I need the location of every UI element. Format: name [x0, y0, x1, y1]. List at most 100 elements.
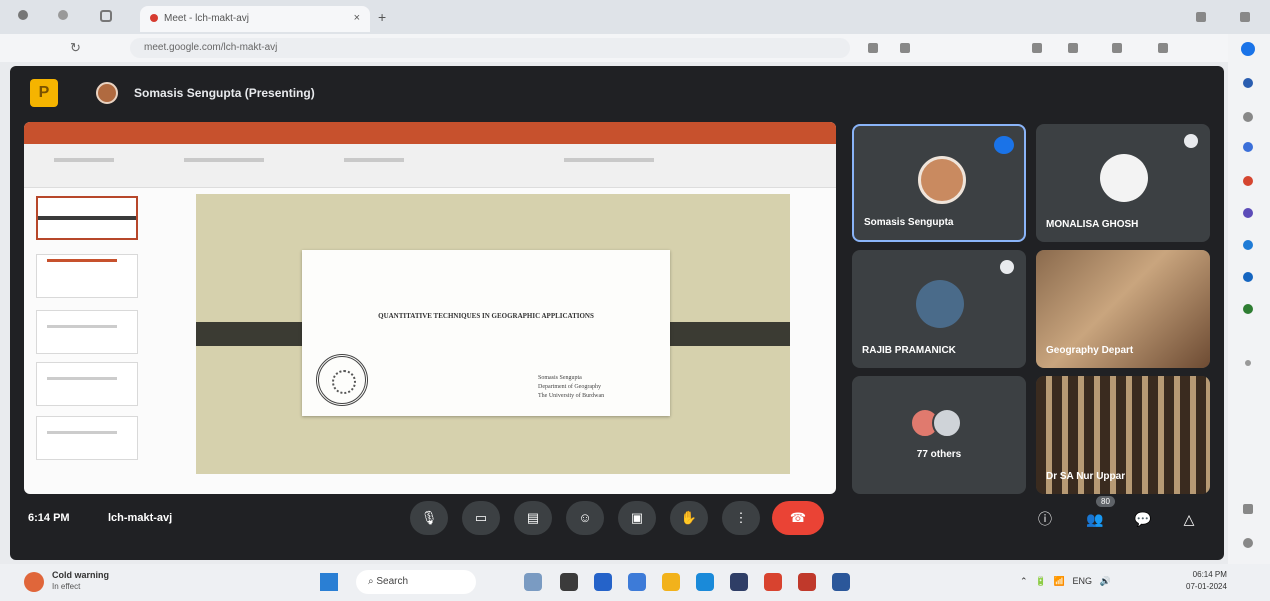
browser-sidebar [1228, 34, 1270, 564]
participant-tile-others[interactable]: 77 others [852, 376, 1026, 494]
copilot-app-icon[interactable] [524, 573, 542, 591]
speaking-indicator-icon [994, 136, 1014, 154]
windows-taskbar: Cold warning In effect ⌕ Search ⌃ 🔋 📶 EN… [0, 564, 1270, 601]
participant-name: Somasis Sengupta [864, 217, 954, 228]
slide-thumbnail [36, 362, 138, 406]
browser-workspaces-icon[interactable] [58, 10, 68, 20]
shopping-icon[interactable] [1243, 142, 1253, 152]
games-icon[interactable] [1243, 176, 1253, 186]
meeting-info-button[interactable]: ⓘ [1036, 510, 1054, 528]
powerpoint-ribbon [24, 144, 836, 188]
present-button[interactable]: ▣ [618, 501, 656, 535]
outlook-icon[interactable] [1243, 240, 1253, 250]
settings-icon[interactable] [1243, 538, 1253, 548]
search-sidebar-icon[interactable] [1243, 78, 1253, 88]
close-tab-icon[interactable]: × [354, 12, 360, 24]
slide-title: QUANTITATIVE TECHNIQUES IN GEOGRAPHIC AP… [378, 312, 594, 320]
edge-browser-icon[interactable] [696, 573, 714, 591]
presenter-avatar [96, 82, 118, 104]
avatar [1100, 154, 1148, 202]
taskbar-time: 06:14 PM [1192, 570, 1227, 579]
camera-permission-icon[interactable] [868, 43, 878, 53]
language-indicator: ENG [1072, 576, 1092, 586]
weather-warning-icon[interactable] [24, 572, 44, 592]
chat-app-icon[interactable] [594, 573, 612, 591]
powerpoint-app-icon[interactable] [798, 573, 816, 591]
raise-hand-button[interactable]: ✋ [670, 501, 708, 535]
new-tab-button[interactable]: + [378, 9, 386, 25]
word-app-icon[interactable] [832, 573, 850, 591]
participant-name: Dr SA Nur Uppar [1046, 471, 1126, 482]
taskbar-date: 07-01-2024 [1186, 582, 1227, 591]
participant-name: MONALISA GHOSH [1046, 219, 1139, 230]
tools-icon[interactable] [1243, 112, 1253, 122]
extensions-icon[interactable] [1158, 43, 1168, 53]
meeting-code: lch-makt-avj [108, 512, 173, 524]
designer-icon[interactable] [1243, 304, 1253, 314]
more-options-button[interactable]: ⋮ [722, 501, 760, 535]
read-aloud-icon[interactable] [1032, 43, 1042, 53]
captions-button[interactable]: ▤ [514, 501, 552, 535]
slide-thumbnail [36, 416, 138, 460]
weather-title[interactable]: Cold warning [52, 570, 109, 580]
drop-icon[interactable] [1243, 272, 1253, 282]
favorites-icon[interactable] [1068, 43, 1078, 53]
participant-tile[interactable]: Geography Depart [1036, 250, 1210, 368]
university-seal [316, 354, 368, 406]
collections-icon[interactable] [1112, 43, 1122, 53]
tab-actions-icon[interactable] [100, 10, 112, 22]
participant-tile[interactable]: Somasis Sengupta [852, 124, 1026, 242]
slide-author: Somasis Sengupta Department of Geography… [538, 374, 604, 401]
browser-profile-icon[interactable] [18, 10, 28, 20]
avatar [916, 280, 964, 328]
edge-app-icon[interactable] [628, 573, 646, 591]
chat-button[interactable]: 💬 [1134, 510, 1152, 528]
maximize-icon[interactable] [1240, 12, 1250, 22]
system-tray[interactable]: ⌃ 🔋 📶 ENG 🔊 [1020, 576, 1111, 587]
slide-thumbnails [36, 196, 140, 488]
taskbar-clock[interactable]: 06:14 PM 07-01-2024 [1186, 569, 1227, 593]
others-count: 77 others [916, 449, 962, 460]
participant-name: Geography Depart [1046, 345, 1134, 356]
bookmark-icon[interactable] [900, 43, 910, 53]
refresh-icon[interactable]: ↻ [70, 40, 81, 56]
url-field[interactable]: meet.google.com/lch-makt-avj [130, 38, 850, 58]
shared-screen: QUANTITATIVE TECHNIQUES IN GEOGRAPHIC AP… [24, 122, 836, 494]
sidebar-layout-icon[interactable] [1243, 504, 1253, 514]
slide-band-right [670, 322, 790, 346]
slide-thumbnail [36, 310, 138, 354]
people-count-badge: 80 [1096, 496, 1115, 507]
emoji-button[interactable]: ☺ [566, 501, 604, 535]
browser-address-bar: ↻ meet.google.com/lch-makt-avj [0, 34, 1270, 62]
meet-favicon-icon [150, 14, 158, 22]
leave-call-button[interactable]: ☎ [772, 501, 824, 535]
participant-tile[interactable]: MONALISA GHOSH [1036, 124, 1210, 242]
taskbar-search[interactable]: ⌕ Search [356, 570, 476, 594]
mic-button[interactable]: 🎙 [410, 501, 448, 535]
people-button[interactable]: 👥 [1086, 510, 1104, 528]
task-view-icon[interactable] [560, 573, 578, 591]
slide-author-line: Department of Geography [538, 384, 601, 390]
weather-subtitle: In effect [52, 582, 81, 591]
add-sidebar-icon[interactable] [1245, 360, 1251, 366]
mic-muted-icon [1000, 260, 1014, 274]
activities-button[interactable]: △ [1180, 510, 1198, 528]
minimize-icon[interactable] [1196, 12, 1206, 22]
chrome-app-icon[interactable] [764, 573, 782, 591]
slide-band-left [196, 322, 302, 346]
slide-author-line: Somasis Sengupta [538, 375, 582, 381]
ribbon-group [184, 158, 264, 162]
slide-author-line: The University of Burdwan [538, 393, 605, 399]
participant-tile[interactable]: RAJIB PRAMANICK [852, 250, 1026, 368]
presentation-icon: P [30, 79, 58, 107]
participant-tile[interactable]: Dr SA Nur Uppar [1036, 376, 1210, 494]
avatar [932, 408, 962, 438]
office-icon[interactable] [1243, 208, 1253, 218]
search-label: Search [376, 576, 409, 587]
store-app-icon[interactable] [730, 573, 748, 591]
camera-button[interactable]: ▭ [462, 501, 500, 535]
file-explorer-icon[interactable] [662, 573, 680, 591]
browser-tab-meet[interactable]: Meet - lch-makt-avj × [140, 6, 370, 32]
copilot-icon[interactable] [1241, 42, 1255, 56]
start-icon[interactable] [320, 573, 338, 591]
